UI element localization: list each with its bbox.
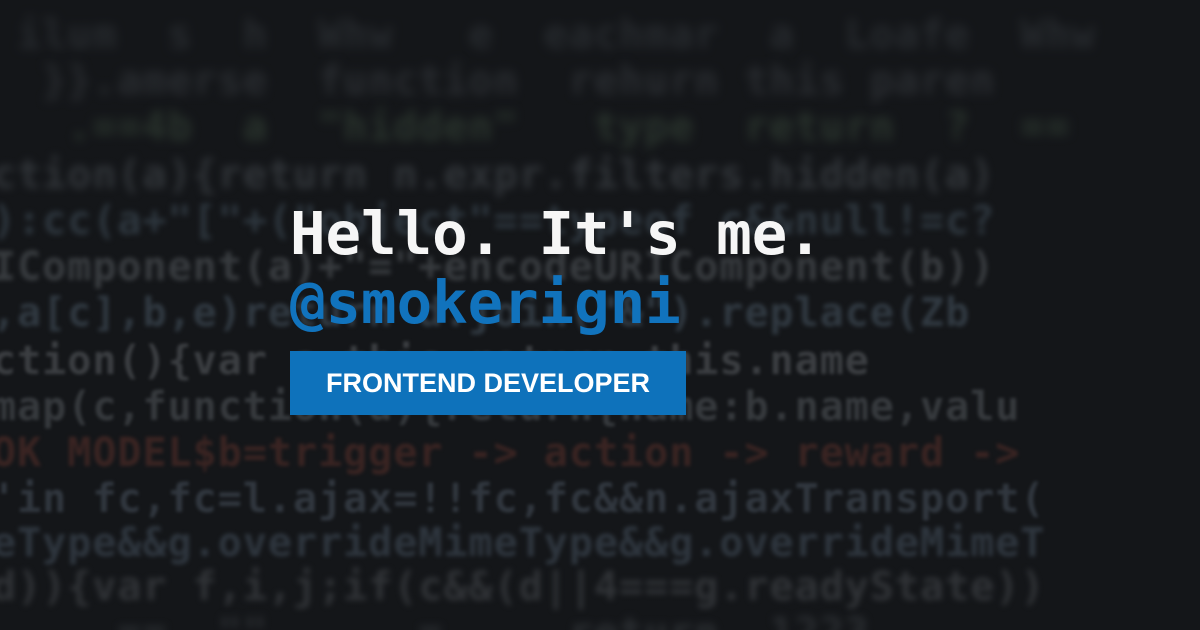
- hero: Hello. It's me. @smokerigni FRONTEND DEV…: [290, 198, 823, 415]
- page-title: Hello. It's me.: [290, 199, 823, 268]
- twitter-handle: @smokerigni: [290, 268, 681, 337]
- role-badge: FRONTEND DEVELOPER: [290, 351, 686, 415]
